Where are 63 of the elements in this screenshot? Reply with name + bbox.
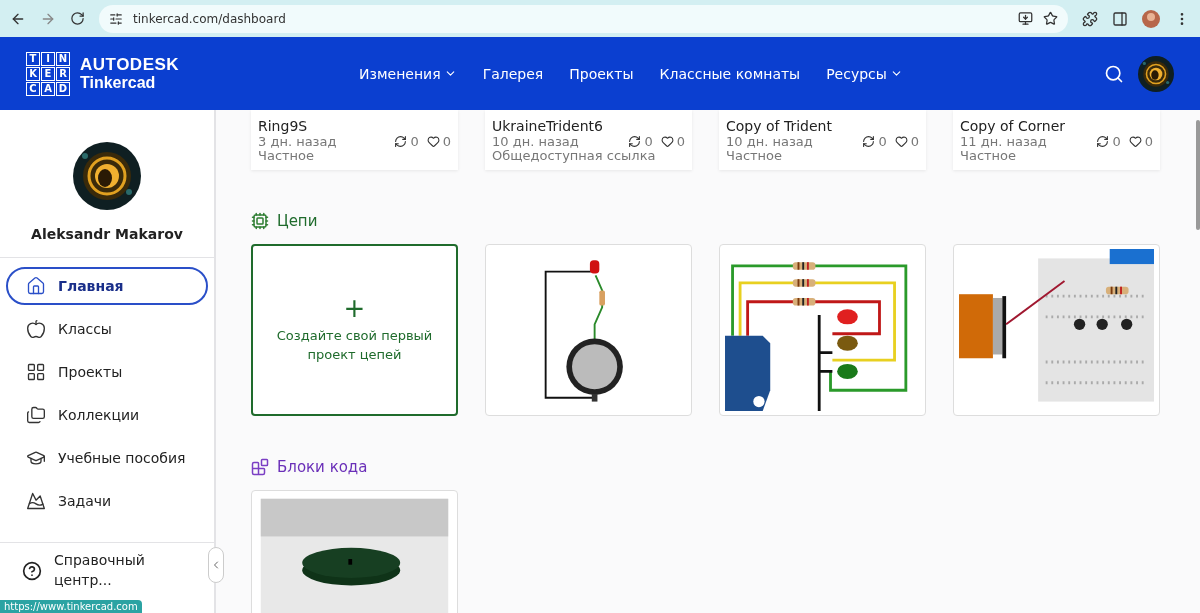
section-title: Цепи (277, 212, 318, 230)
product-name: Tinkercad (80, 75, 157, 91)
section-title: Блоки кода (277, 458, 368, 476)
sidebar-item[interactable]: Проекты (6, 353, 208, 391)
home-icon (26, 276, 46, 296)
like-count: 0 (894, 134, 919, 149)
status-url: https://www.tinkercad.com (0, 600, 142, 613)
reload-icon[interactable] (70, 11, 85, 26)
help-icon (22, 561, 42, 581)
side-panel-icon[interactable] (1112, 10, 1128, 27)
design-card[interactable]: Copy of Trident 10 дн. назад 0 0 Частное (719, 110, 926, 170)
design-visibility: Частное (960, 149, 1018, 162)
design-name: Copy of Corner (960, 118, 1066, 134)
scrollbar[interactable] (1196, 120, 1200, 230)
remix-count: 0 (628, 134, 653, 149)
sidebar-item[interactable]: Коллекции (6, 396, 208, 434)
company-name: AUTODESK (80, 56, 180, 73)
remix-count: 0 (394, 134, 419, 149)
design-visibility: Частное (258, 149, 316, 162)
design-time: 10 дн. назад (492, 135, 579, 148)
design-visibility: Общедоступная ссылка (492, 149, 657, 162)
install-icon[interactable] (1018, 11, 1033, 26)
mountain-flag-icon (26, 491, 46, 511)
like-count: 0 (1128, 134, 1153, 149)
remix-count: 0 (1096, 134, 1121, 149)
address-field[interactable]: tinkercad.com/dashboard (99, 4, 1068, 33)
bookmark-icon[interactable] (1043, 11, 1058, 26)
design-visibility: Частное (726, 149, 784, 162)
user-name: Aleksandr Makarov (31, 226, 183, 242)
folders-icon (26, 405, 46, 425)
design-time: 3 дн. назад (258, 135, 337, 148)
like-count: 0 (426, 134, 451, 149)
sidebar-item[interactable]: Классы (6, 310, 208, 348)
nav-link[interactable]: Классные комнаты (659, 65, 801, 82)
nav-link[interactable]: Галерея (482, 65, 544, 82)
blocks-icon (251, 458, 269, 476)
search-icon[interactable] (1104, 63, 1124, 84)
help-link[interactable]: Справочный центр... (0, 543, 200, 599)
sidebar-item[interactable]: Учебные пособия (6, 439, 208, 477)
sidebar-item[interactable]: Главная (6, 267, 208, 305)
site-info-icon[interactable] (109, 11, 123, 26)
like-count: 0 (660, 134, 685, 149)
nav-link[interactable]: Ресурсы (826, 65, 903, 82)
nav-link[interactable]: Изменения (359, 65, 457, 82)
design-card[interactable]: Ring9S 3 дн. назад 0 0 Частное (251, 110, 458, 170)
collapse-handle[interactable] (208, 547, 224, 583)
design-time: 10 дн. назад (726, 135, 813, 148)
design-card[interactable]: UkraineTrident6 10 дн. назад 0 0 Общедоступная ссылка (485, 110, 692, 170)
design-card[interactable]: Copy of Corner 11 дн. назад 0 0 Частное (953, 110, 1160, 170)
sidebar-item[interactable]: Задачи (6, 482, 208, 520)
design-name: Copy of Trident (726, 118, 833, 134)
design-time: 11 дн. назад (960, 135, 1047, 148)
circuit-board-icon (251, 212, 269, 230)
grid-icon (26, 362, 46, 382)
remix-count: 0 (862, 134, 887, 149)
design-name: Ring9S (258, 118, 309, 134)
tinkercad-logo[interactable]: T I N K E R C A D (26, 51, 70, 96)
create-project-card[interactable]: + Создайте свой первый проект цепей (251, 244, 458, 416)
apple-icon (26, 319, 46, 339)
extensions-icon[interactable] (1082, 10, 1098, 27)
nav-link[interactable]: Проекты (569, 65, 634, 82)
design-name: UkraineTrident6 (492, 118, 604, 134)
profile-avatar[interactable] (1142, 9, 1160, 28)
